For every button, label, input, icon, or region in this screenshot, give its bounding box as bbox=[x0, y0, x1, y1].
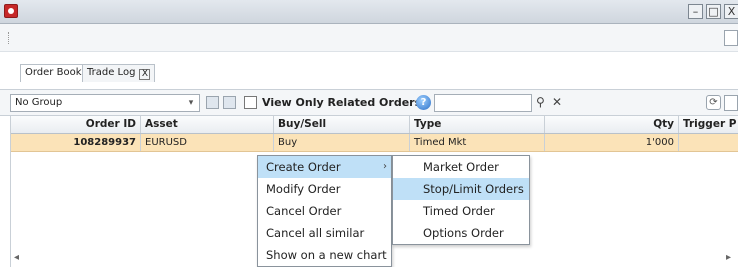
tab-label: Trade Log bbox=[87, 67, 136, 78]
scroll-right-icon[interactable]: ▸ bbox=[726, 252, 731, 263]
submenu-item-timed-order[interactable]: Timed Order bbox=[393, 200, 529, 222]
column-header[interactable]: Buy/Sell bbox=[274, 116, 410, 133]
menu-item-cancel-all-similar[interactable]: Cancel all similar bbox=[258, 222, 391, 244]
clear-search-icon[interactable]: ✕ bbox=[552, 95, 562, 109]
tab-bar: Order Book X Trade LogX bbox=[0, 52, 738, 90]
column-header[interactable]: Order ID bbox=[11, 116, 141, 133]
column-header[interactable]: Type bbox=[410, 116, 545, 133]
view-related-label[interactable]: View Only Related Orders bbox=[262, 95, 421, 110]
window-titlebar: – □ X bbox=[0, 0, 738, 24]
chevron-down-icon[interactable]: ▾ bbox=[185, 97, 197, 109]
table-row[interactable]: 108289937 EURUSD Buy Timed Mkt 1'000 bbox=[11, 134, 738, 152]
menu-item-show-on-chart[interactable]: Show on a new chart bbox=[258, 244, 391, 266]
document-icon[interactable] bbox=[724, 30, 738, 46]
submenu-item-options-order[interactable]: Options Order bbox=[393, 222, 529, 244]
maximize-button[interactable]: □ bbox=[706, 4, 721, 19]
menu-item-create-order[interactable]: Create Order › bbox=[258, 156, 391, 178]
close-button[interactable]: X bbox=[724, 4, 738, 19]
table-header: Order ID Asset Buy/Sell Type Qty Trigger… bbox=[11, 116, 738, 134]
group-select[interactable]: No Group ▾ bbox=[10, 94, 200, 112]
expand-all-icon[interactable] bbox=[206, 96, 219, 109]
menu-item-modify-order[interactable]: Modify Order bbox=[258, 178, 391, 200]
qty-cell: 1'000 bbox=[545, 134, 679, 151]
buy-sell-cell: Buy bbox=[274, 134, 410, 151]
order-id-cell: 108289937 bbox=[11, 134, 141, 151]
column-header[interactable]: Asset bbox=[141, 116, 274, 133]
filter-bar: No Group ▾ View Only Related Orders ? ⚲ … bbox=[0, 90, 738, 116]
create-order-submenu: Market Order Stop/Limit Orders Timed Ord… bbox=[392, 155, 530, 245]
top-toolbar bbox=[0, 24, 738, 52]
column-header[interactable]: Trigger P bbox=[679, 116, 738, 133]
asset-cell: EURUSD bbox=[141, 134, 274, 151]
context-menu: Create Order › Modify Order Cancel Order… bbox=[257, 155, 392, 267]
help-icon[interactable]: ? bbox=[416, 95, 431, 110]
column-header[interactable]: Qty bbox=[545, 116, 679, 133]
app-icon bbox=[4, 4, 18, 18]
export-icon[interactable] bbox=[724, 95, 738, 111]
trigger-price-cell bbox=[679, 134, 738, 151]
group-select-value: No Group bbox=[15, 97, 63, 108]
view-related-checkbox[interactable] bbox=[244, 96, 257, 109]
minimize-button[interactable]: – bbox=[688, 4, 703, 19]
tab-label: Order Book bbox=[25, 67, 82, 78]
tab-trade-log[interactable]: Trade Log X bbox=[82, 64, 156, 82]
chevron-right-icon: › bbox=[383, 161, 387, 172]
toolbar-grip[interactable] bbox=[8, 32, 11, 44]
scroll-left-icon[interactable]: ◂ bbox=[14, 252, 19, 263]
collapse-all-icon[interactable] bbox=[223, 96, 236, 109]
submenu-item-market-order[interactable]: Market Order bbox=[393, 156, 529, 178]
submenu-item-stop-limit-orders[interactable]: Stop/Limit Orders bbox=[393, 178, 529, 200]
refresh-icon[interactable]: ⟳ bbox=[706, 95, 721, 110]
type-cell: Timed Mkt bbox=[410, 134, 545, 151]
menu-item-cancel-order[interactable]: Cancel Order bbox=[258, 200, 391, 222]
tab-close-icon[interactable]: X bbox=[139, 69, 151, 80]
search-input[interactable] bbox=[434, 94, 532, 112]
search-icon[interactable]: ⚲ bbox=[536, 95, 545, 109]
menu-item-label: Create Order bbox=[266, 160, 341, 174]
